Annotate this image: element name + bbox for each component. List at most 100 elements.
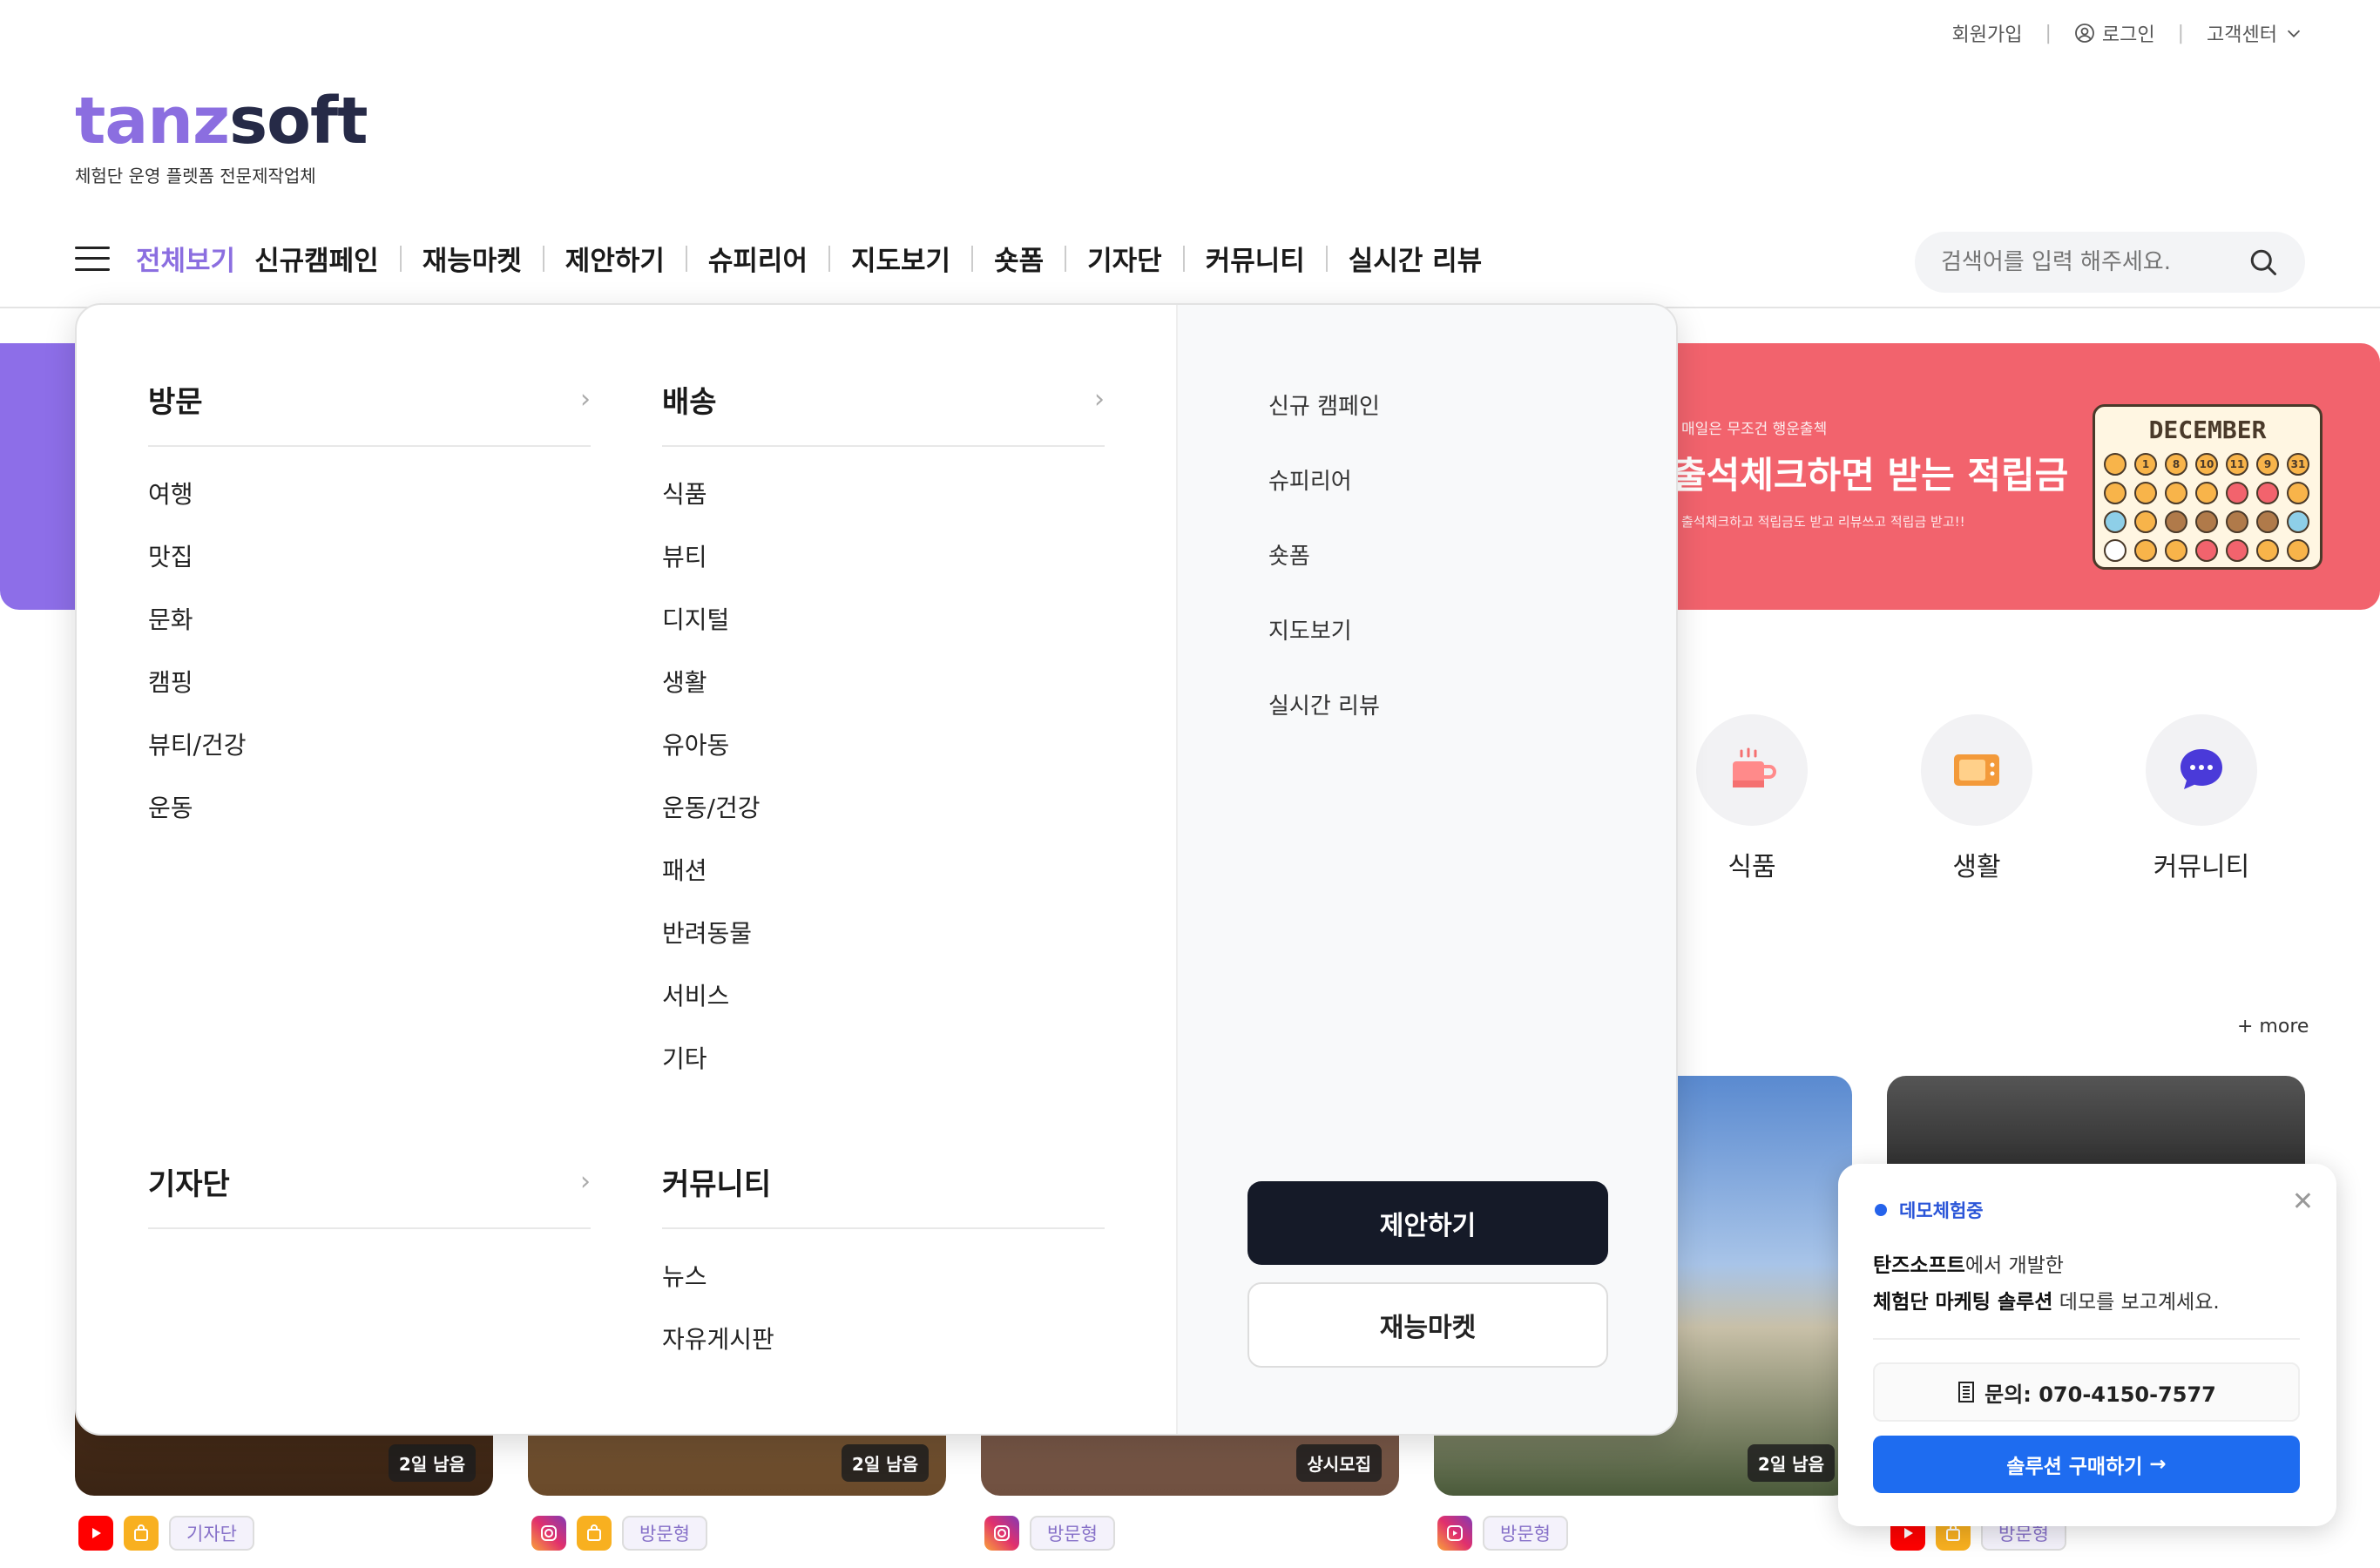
chevron-right-icon: › <box>1094 384 1105 415</box>
search-input[interactable] <box>1941 249 2248 275</box>
youtube-icon <box>78 1516 113 1551</box>
menu-heading-reporter[interactable]: 기자단 › <box>148 1160 591 1229</box>
category-label: 생활 <box>1952 852 2001 882</box>
user-icon <box>2074 24 2094 43</box>
nav-superior[interactable]: 슈피리어 <box>708 239 808 278</box>
menu-item[interactable]: 디지털 <box>662 605 1105 635</box>
chevron-right-icon: › <box>580 1166 591 1197</box>
menu-item[interactable]: 식품 <box>662 480 1105 510</box>
menu-heading-visit[interactable]: 방문 › <box>148 378 591 447</box>
menu-item[interactable]: 생활 <box>662 668 1105 698</box>
quick-link[interactable]: 신규 캠페인 <box>1268 389 1380 463</box>
card-tag-label: 기자단 <box>169 1516 254 1551</box>
divider: | <box>2177 22 2185 44</box>
banner-subtitle: 출석체크하고 적립금도 받고 리뷰쓰고 적립금 받고!! <box>1681 514 1965 530</box>
card-tag-label: 방문형 <box>622 1516 707 1551</box>
menu-item[interactable]: 운동 <box>148 794 591 823</box>
instagram-icon <box>984 1516 1019 1551</box>
login-link[interactable]: 로그인 <box>2074 19 2155 47</box>
divider: | <box>2045 22 2052 44</box>
menu-item[interactable]: 뷰티 <box>662 543 1105 572</box>
quick-link[interactable]: 지도보기 <box>1268 613 1380 688</box>
nav-map[interactable]: 지도보기 <box>851 239 950 278</box>
nav-live-review[interactable]: 실시간 리뷰 <box>1349 239 1482 278</box>
menu-item[interactable]: 뉴스 <box>662 1262 1105 1292</box>
nav-new-campaign[interactable]: 신규캠페인 <box>254 239 379 278</box>
nav-all[interactable]: 전체보기 <box>136 239 235 278</box>
quick-link[interactable]: 숏폼 <box>1268 538 1380 613</box>
nav-propose[interactable]: 제안하기 <box>565 239 665 278</box>
menu-column-delivery: 배송 › 식품 뷰티 디지털 생활 유아동 운동/건강 패션 반려동물 서비스 기… <box>662 378 1105 1074</box>
divider <box>1873 1338 2300 1340</box>
talent-market-button[interactable]: 재능마켓 <box>1247 1282 1608 1368</box>
phone-contact[interactable]: 문의: 070-4150-7577 <box>1873 1362 2300 1422</box>
menu-item[interactable]: 운동/건강 <box>662 794 1105 823</box>
nav-shortform[interactable]: 숏폼 <box>994 239 1044 278</box>
chat-bubble-icon <box>2181 749 2222 789</box>
menu-item[interactable]: 반려동물 <box>662 919 1105 949</box>
buy-solution-button[interactable]: 솔루션 구매하기 → <box>1873 1436 2300 1493</box>
demo-header: 데모체험중 <box>1875 1197 1984 1223</box>
menu-item[interactable]: 자유게시판 <box>662 1325 1105 1355</box>
calendar-title: DECEMBER <box>2148 416 2267 444</box>
quick-link[interactable]: 슈피리어 <box>1268 463 1380 538</box>
status-badge: 상시모집 <box>1296 1444 1382 1482</box>
card-tags: 기자단 <box>78 1516 254 1551</box>
quick-link[interactable]: 실시간 리뷰 <box>1268 688 1380 763</box>
menu-item[interactable]: 뷰티/건강 <box>148 731 591 760</box>
nav-divider <box>542 245 544 272</box>
menu-item[interactable]: 패션 <box>662 856 1105 886</box>
menu-quick-links: 신규 캠페인 슈피리어 숏폼 지도보기 실시간 리뷰 <box>1268 389 1380 763</box>
menu-item[interactable]: 맛집 <box>148 543 591 572</box>
menu-item[interactable]: 유아동 <box>662 731 1105 760</box>
status-badge: 2일 남음 <box>1747 1444 1835 1482</box>
banner-title: 출석체크하면 받는 적립금 <box>1673 454 2069 497</box>
menu-item[interactable]: 서비스 <box>662 982 1105 1011</box>
category-food[interactable]: 식품 <box>1695 714 1809 883</box>
search-icon[interactable] <box>2248 247 2279 278</box>
menu-column-reporter: 기자단 › <box>148 1160 591 1229</box>
card-tag-label: 방문형 <box>1030 1516 1115 1551</box>
mega-menu-right-panel <box>1176 305 1676 1434</box>
menu-item[interactable]: 여행 <box>148 480 591 510</box>
nav-divider <box>1065 245 1067 272</box>
propose-button[interactable]: 제안하기 <box>1247 1181 1608 1265</box>
reels-icon <box>1437 1516 1472 1551</box>
shopping-bag-icon <box>577 1516 612 1551</box>
nav-reporter[interactable]: 기자단 <box>1087 239 1162 278</box>
nav-divider <box>685 245 687 272</box>
status-badge: 2일 남음 <box>388 1444 476 1482</box>
menu-item[interactable]: 기타 <box>662 1044 1105 1074</box>
nav-community[interactable]: 커뮤니티 <box>1206 239 1305 278</box>
support-dropdown[interactable]: 고객센터 <box>2207 19 2303 47</box>
cup-icon <box>1733 747 1776 787</box>
menu-heading-delivery[interactable]: 배송 › <box>662 378 1105 447</box>
menu-heading-community[interactable]: 커뮤니티 <box>662 1160 1105 1229</box>
menu-item[interactable]: 캠핑 <box>148 668 591 698</box>
category-living[interactable]: 생활 <box>1920 714 2033 883</box>
menu-item[interactable]: 문화 <box>148 605 591 635</box>
nav-divider <box>1182 245 1185 272</box>
close-icon[interactable]: ✕ <box>2292 1186 2314 1217</box>
category-label: 식품 <box>1728 852 1776 882</box>
more-link[interactable]: + more <box>2237 1016 2309 1037</box>
search-bar <box>1915 232 2305 293</box>
hamburger-menu-icon[interactable] <box>75 246 110 271</box>
support-label: 고객센터 <box>2207 24 2277 46</box>
card-tags: 방문형 <box>984 1516 1115 1551</box>
demo-message: 탄즈소프트에서 개발한 체험단 마케팅 솔루션 데모를 보고계세요. <box>1873 1254 2220 1314</box>
logo[interactable]: tanzsoft 체험단 운영 플렛폼 전문제작업체 <box>75 89 368 187</box>
nav-divider <box>828 245 830 272</box>
chevron-down-icon <box>2287 30 2301 37</box>
menu-column-community: 커뮤니티 뉴스 자유게시판 <box>662 1160 1105 1355</box>
card-tags: 방문형 <box>531 1516 707 1551</box>
banner-attendance[interactable]: 매일은 무조건 행운출첵 출석체크하면 받는 적립금 출석체크하고 적립금도 받… <box>1655 343 2380 610</box>
nav-divider <box>971 245 974 272</box>
demo-popup: 데모체험중 ✕ 탄즈소프트에서 개발한 체험단 마케팅 솔루션 데모를 보고계세… <box>1838 1164 2336 1526</box>
arrow-right-icon: → <box>2142 1453 2167 1476</box>
nav-talent-market[interactable]: 재능마켓 <box>423 239 522 278</box>
microwave-icon <box>1954 754 1999 786</box>
category-community[interactable]: 커뮤니티 <box>2145 714 2258 883</box>
shopping-bag-icon <box>124 1516 159 1551</box>
signup-link[interactable]: 회원가입 <box>1951 19 2022 47</box>
